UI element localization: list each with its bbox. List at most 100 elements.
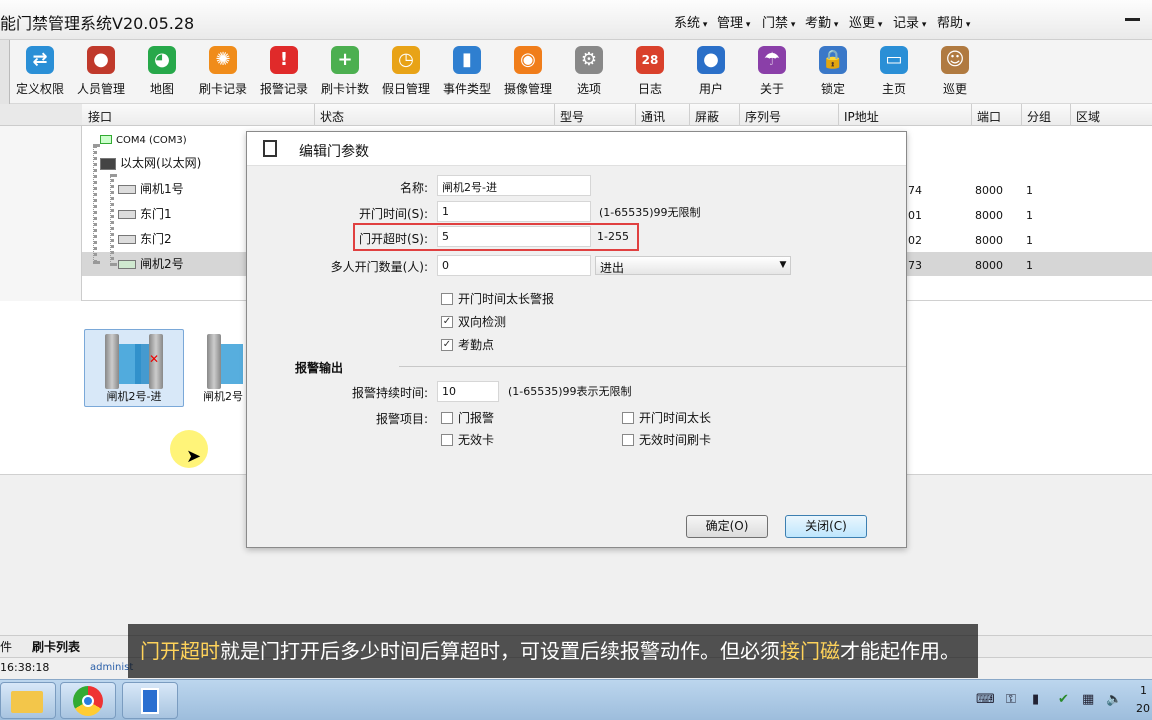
door-card[interactable]: 闸机2号 <box>196 329 246 407</box>
toolbar-button-4[interactable]: ! 报警记录 <box>253 40 315 102</box>
tree-node-door-4[interactable]: 闸机2号 <box>118 255 184 273</box>
toolbar-button-14[interactable]: ▭ 主页 <box>863 40 925 102</box>
subtitle-text-end: 才能起作用。 <box>840 639 960 663</box>
checkbox-invalid-card-label: 无效卡 <box>458 433 495 447</box>
tray-keyboard-icon[interactable]: ⌨ <box>976 692 995 707</box>
toolbar-button-7[interactable]: ▮ 事件类型 <box>436 40 498 102</box>
door-card-selected[interactable]: ✕ 闸机2号-进 <box>84 329 184 407</box>
checkbox-open-too-long-label: 开门时间太长警报 <box>458 292 555 306</box>
umbrella-icon: ☂ <box>758 46 786 74</box>
toolbar-button-11[interactable]: ● 用户 <box>680 40 742 102</box>
alarm-icon: ! <box>270 46 298 74</box>
col-interface[interactable]: 接口 <box>88 108 112 125</box>
tray-usb-icon[interactable]: ⚿ <box>1006 692 1016 707</box>
cell-port: 8000 <box>975 234 1003 247</box>
gate-wing-icon <box>221 344 243 384</box>
col-port[interactable]: 端口 <box>977 108 1001 125</box>
col-comm[interactable]: 通讯 <box>641 108 665 125</box>
left-pane-header <box>0 104 82 126</box>
checkbox-bidirectional[interactable]: ✓ <box>441 316 453 328</box>
toolbar-button-3[interactable]: ✺ 刷卡记录 <box>192 40 254 102</box>
tray-device-icon[interactable]: ▮ <box>1032 692 1039 707</box>
menu-system[interactable]: 系统 <box>674 12 707 31</box>
menu-access[interactable]: 门禁 <box>762 12 795 31</box>
open-time-field[interactable]: 1 <box>437 201 591 222</box>
video-subtitle: 门开超时就是门打开后多少时间后算超时，可设置后续报警动作。但必须接门磁才能起作用… <box>128 624 978 678</box>
col-status[interactable]: 状态 <box>320 108 344 125</box>
checkbox-attendance-point[interactable]: ✓ <box>441 339 453 351</box>
toolbar-button-6[interactable]: ◷ 假日管理 <box>375 40 437 102</box>
taskbar-access-app[interactable] <box>122 682 178 719</box>
tray-volume-icon[interactable]: 🔈 <box>1106 692 1122 707</box>
minimize-button[interactable] <box>1122 10 1144 26</box>
toolbar-button-8[interactable]: ◉ 摄像管理 <box>497 40 559 102</box>
toolbar-button-15[interactable]: ☺ 巡更 <box>924 40 986 102</box>
tree-label-door: 闸机2号 <box>140 257 184 271</box>
door-card-label: 闸机2号-进 <box>106 390 162 403</box>
checkbox-door-alarm[interactable] <box>441 412 453 424</box>
tab-events[interactable]: 件 <box>0 638 12 655</box>
chevron-down-icon[interactable]: ▼ <box>775 256 791 275</box>
dialog-title-bar[interactable]: 编辑门参数 <box>247 132 906 166</box>
door-app-icon <box>141 688 159 714</box>
checkbox-open-too-long-alarm[interactable] <box>622 412 634 424</box>
col-area[interactable]: 区域 <box>1076 108 1100 125</box>
alarm-duration-field[interactable]: 10 <box>437 381 499 402</box>
taskbar-explorer[interactable] <box>0 682 56 719</box>
toolbar-left-strip <box>0 40 10 104</box>
toolbar-button-0[interactable]: ⇄ 定义权限 <box>9 40 71 102</box>
gear-icon: ⚙ <box>575 46 603 74</box>
toolbar-button-label: 刷卡记录 <box>198 82 247 96</box>
grid-header: 接口 状态 型号 通讯 屏蔽 序列号 IP地址 端口 分组 区域 <box>82 104 1152 126</box>
toolbar-button-2[interactable]: ◕ 地图 <box>131 40 193 102</box>
tree-label-com: COM4 (COM3) <box>116 135 187 146</box>
cell-group: 1 <box>1026 184 1033 197</box>
checkbox-open-too-long-alarm-label: 开门时间太长 <box>639 411 712 425</box>
tree-node-door-1[interactable]: 闸机1号 <box>118 180 184 198</box>
tab-swipe-list[interactable]: 刷卡列表 <box>32 638 80 655</box>
taskbar: ⌨ ⚿ ▮ ✔ ▦ 🔈 1 20 <box>0 679 1152 720</box>
toolbar-button-9[interactable]: ⚙ 选项 <box>558 40 620 102</box>
tree-label-door: 东门2 <box>140 232 172 246</box>
tree-node-door-2[interactable]: 东门1 <box>118 205 172 223</box>
toolbar-button-label: 摄像管理 <box>503 82 552 96</box>
checkbox-invalid-card[interactable] <box>441 434 453 446</box>
menu-attendance[interactable]: 考勤 <box>805 12 838 31</box>
tree-node-com[interactable]: COM4 (COM3) <box>100 130 187 148</box>
close-button[interactable]: 关闭(C) <box>785 515 867 538</box>
ok-button[interactable]: 确定(O) <box>686 515 768 538</box>
name-field[interactable]: 闸机2号-进 <box>437 175 591 196</box>
taskbar-chrome[interactable] <box>60 682 116 719</box>
dialog-title: 编辑门参数 <box>299 144 369 160</box>
network-icon <box>100 157 116 170</box>
menu-manage[interactable]: 管理 <box>717 12 750 31</box>
checkbox-open-too-long[interactable] <box>441 293 453 305</box>
toolbar-button-10[interactable]: 28 日志 <box>619 40 681 102</box>
menu-patrol[interactable]: 巡更 <box>849 12 882 31</box>
menu-records[interactable]: 记录 <box>893 12 926 31</box>
door-timeout-field[interactable]: 5 <box>437 226 591 247</box>
tray-network-icon[interactable]: ▦ <box>1082 692 1094 707</box>
toolbar-button-label: 日志 <box>637 82 662 96</box>
toolbar-button-13[interactable]: 🔒 锁定 <box>802 40 864 102</box>
tree-node-ethernet[interactable]: 以太网(以太网) <box>100 154 201 172</box>
col-ip[interactable]: IP地址 <box>844 108 879 125</box>
col-serial[interactable]: 序列号 <box>745 108 781 125</box>
cell-port: 8000 <box>975 259 1003 272</box>
col-mask[interactable]: 屏蔽 <box>695 108 719 125</box>
col-group[interactable]: 分组 <box>1027 108 1051 125</box>
tree-node-door-3[interactable]: 东门2 <box>118 230 172 248</box>
toolbar-button-1[interactable]: ● 人员管理 <box>70 40 132 102</box>
checkbox-invalid-time-swipe[interactable] <box>622 434 634 446</box>
col-model[interactable]: 型号 <box>560 108 584 125</box>
multi-open-field[interactable]: 0 <box>437 255 591 276</box>
menu-help[interactable]: 帮助 <box>937 12 970 31</box>
toolbar-button-5[interactable]: + 刷卡计数 <box>314 40 376 102</box>
toolbar-button-12[interactable]: ☂ 关于 <box>741 40 803 102</box>
cell-ip: 74 <box>908 184 922 197</box>
toolbar-button-label: 主页 <box>881 82 906 96</box>
tray-security-icon[interactable]: ✔ <box>1058 692 1069 707</box>
checkbox-invalid-time-swipe-label: 无效时间刷卡 <box>639 433 712 447</box>
door-timeout-hint: 1-255 <box>597 230 629 243</box>
direction-select[interactable]: 进出 <box>595 256 791 275</box>
